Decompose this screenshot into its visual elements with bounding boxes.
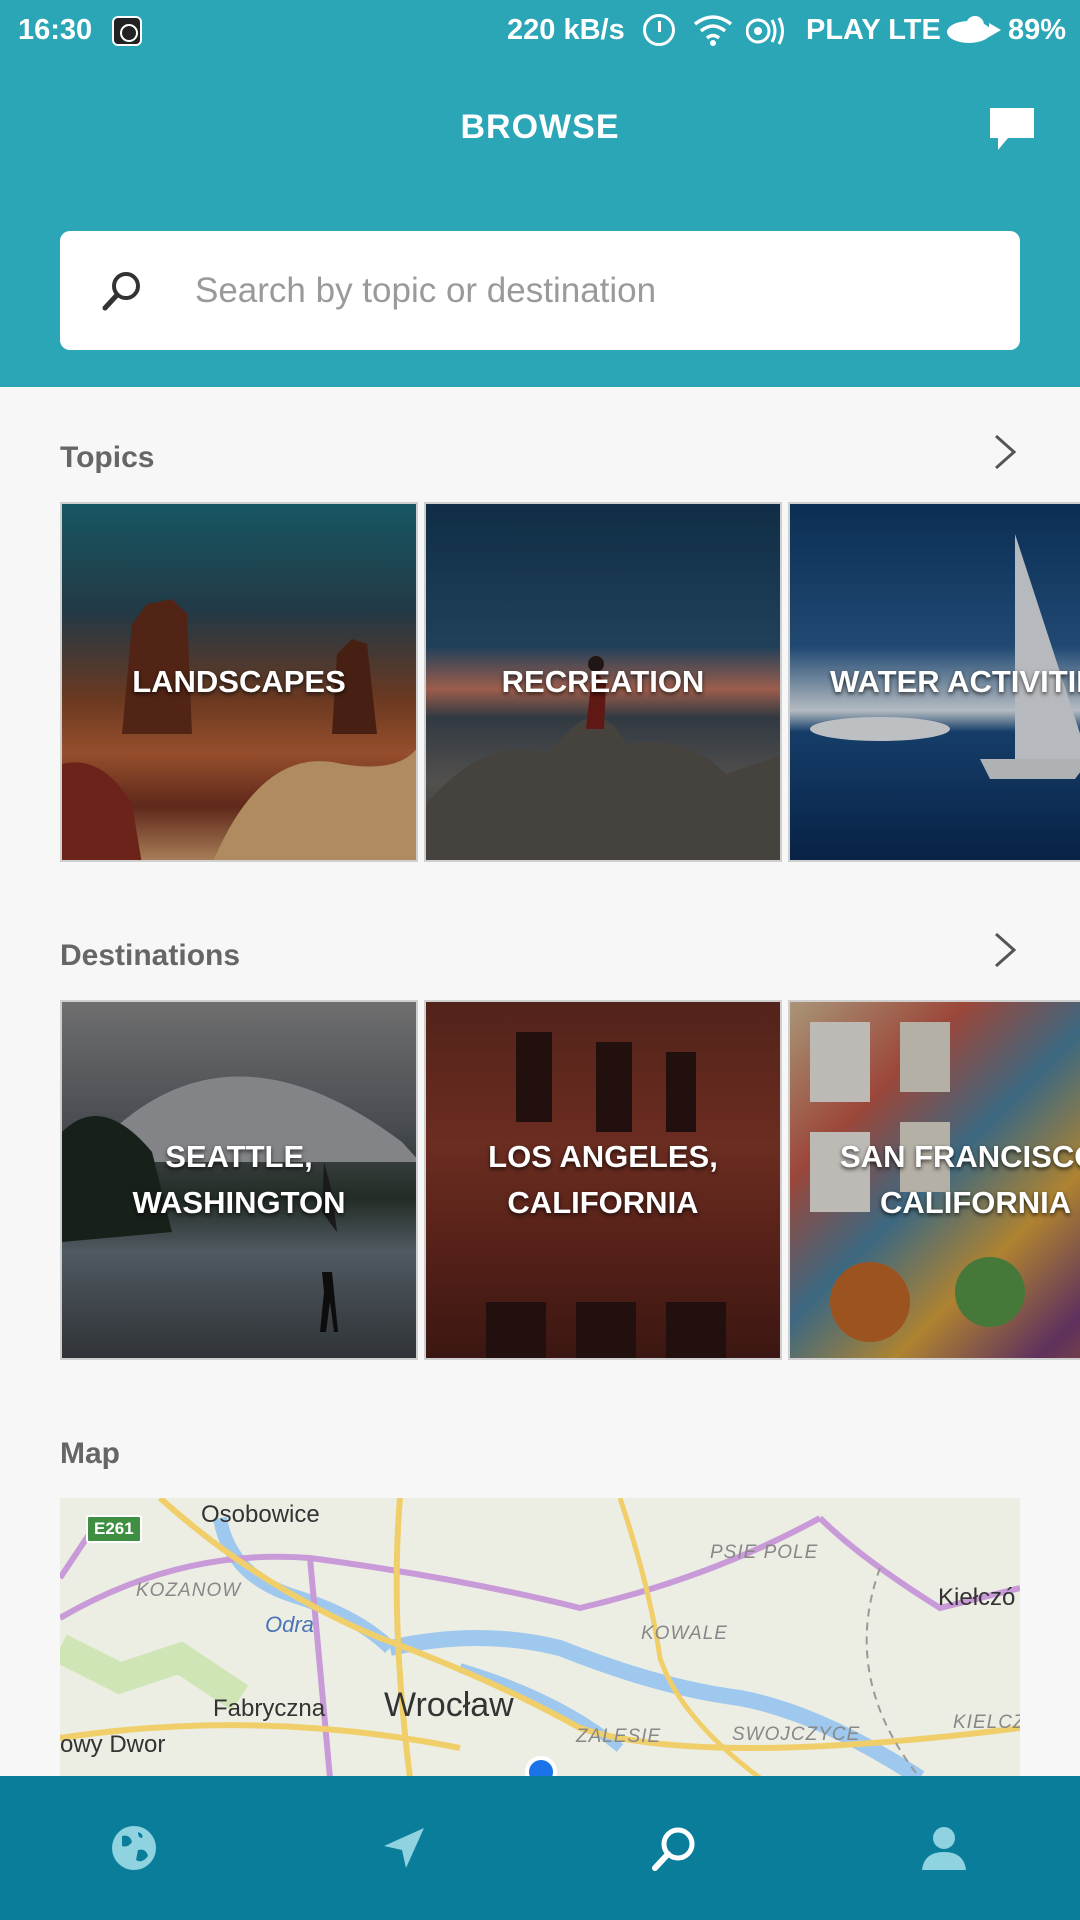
search-bar[interactable]: [60, 231, 1020, 350]
nav-explore[interactable]: [0, 1776, 270, 1920]
destination-label: SEATTLE, WASHINGTON: [62, 1134, 416, 1226]
app-icon: [112, 16, 142, 46]
search-icon: [102, 272, 140, 311]
topics-carousel[interactable]: LANDSCAPES RECREATION WATER ACTIVITIES: [60, 502, 1080, 862]
globe-icon: [112, 1826, 156, 1870]
network-speed: 220 kB/s: [507, 14, 625, 46]
profile-icon: [922, 1827, 966, 1870]
nav-profile[interactable]: [810, 1776, 1080, 1920]
destinations-carousel[interactable]: SEATTLE, WASHINGTON LOS ANGELES, CALIFOR…: [60, 1000, 1080, 1360]
map-label: Osobowice: [201, 1501, 320, 1528]
status-time: 16:30: [18, 14, 93, 46]
topics-title: Topics: [60, 441, 155, 474]
map-roads: [60, 1498, 1020, 1778]
map-label: Wrocław: [384, 1686, 514, 1724]
destination-card-los-angeles[interactable]: LOS ANGELES, CALIFORNIA: [424, 1000, 782, 1360]
map-label: KOZANOW: [136, 1580, 242, 1601]
header: 16:30 220 kB/s PLAY LTE 89% BROWSE: [0, 0, 1080, 387]
topic-label: LANDSCAPES: [132, 664, 346, 699]
destination-card-seattle[interactable]: SEATTLE, WASHINGTON: [60, 1000, 418, 1360]
destination-label-line2: CALIFORNIA: [507, 1185, 699, 1220]
chat-icon[interactable]: [988, 106, 1036, 152]
destination-label-line1: LOS ANGELES,: [488, 1139, 718, 1174]
destinations-chevron-right-icon[interactable]: [990, 930, 1020, 970]
battery-level: 89%: [1008, 14, 1067, 46]
map-label: KIELCZ: [953, 1712, 1020, 1733]
carrier-label: PLAY LTE: [806, 14, 941, 46]
nav-search[interactable]: [540, 1776, 810, 1920]
topic-card-water-activities[interactable]: WATER ACTIVITIES: [788, 502, 1080, 862]
map-label: Odra: [265, 1612, 314, 1637]
map-label: Kiełczó: [938, 1584, 1016, 1611]
search-input[interactable]: [195, 231, 985, 350]
destination-label: LOS ANGELES, CALIFORNIA: [426, 1134, 780, 1226]
map-label: SWOJCZYCE: [732, 1724, 861, 1745]
alarm-icon: [643, 14, 675, 46]
destination-label-line1: SEATTLE,: [165, 1139, 313, 1174]
map-label: ZALESIE: [576, 1726, 662, 1747]
topic-label: WATER ACTIVITIES: [830, 664, 1080, 699]
bottom-nav: [0, 1776, 1080, 1920]
topic-card-recreation[interactable]: RECREATION: [424, 502, 782, 862]
search-icon: [652, 1827, 695, 1871]
map-label: Fabryczna: [213, 1695, 326, 1722]
destinations-title: Destinations: [60, 939, 241, 972]
map-label: owy Dwor: [60, 1731, 166, 1758]
navigation-icon: [384, 1828, 424, 1868]
destination-label-line1: SAN FRANCISCO,: [840, 1139, 1080, 1174]
status-bar: 16:30 220 kB/s PLAY LTE 89%: [0, 0, 1080, 62]
map-title: Map: [60, 1437, 120, 1470]
destination-label-line2: WASHINGTON: [132, 1185, 346, 1220]
wifi-icon: [693, 15, 733, 46]
nfc-icon: [746, 17, 784, 45]
road-badge: E261: [86, 1515, 142, 1543]
topic-card-landscapes[interactable]: LANDSCAPES: [60, 502, 418, 862]
destination-label-line2: CALIFORNIA: [880, 1185, 1072, 1220]
page-title: BROWSE: [460, 108, 620, 146]
topic-label: RECREATION: [501, 664, 705, 699]
cloud-icon: [947, 16, 1001, 43]
map-label: KOWALE: [641, 1623, 728, 1644]
map-view[interactable]: E261 Osobowice KOZANOW Odra Fabryczna Wr…: [60, 1498, 1020, 1778]
topics-chevron-right-icon[interactable]: [990, 432, 1020, 472]
map-label: PSIE POLE: [710, 1542, 819, 1563]
destination-label: SAN FRANCISCO, CALIFORNIA: [790, 1134, 1080, 1226]
nav-navigate[interactable]: [270, 1776, 540, 1920]
destination-card-san-francisco[interactable]: SAN FRANCISCO, CALIFORNIA: [788, 1000, 1080, 1360]
